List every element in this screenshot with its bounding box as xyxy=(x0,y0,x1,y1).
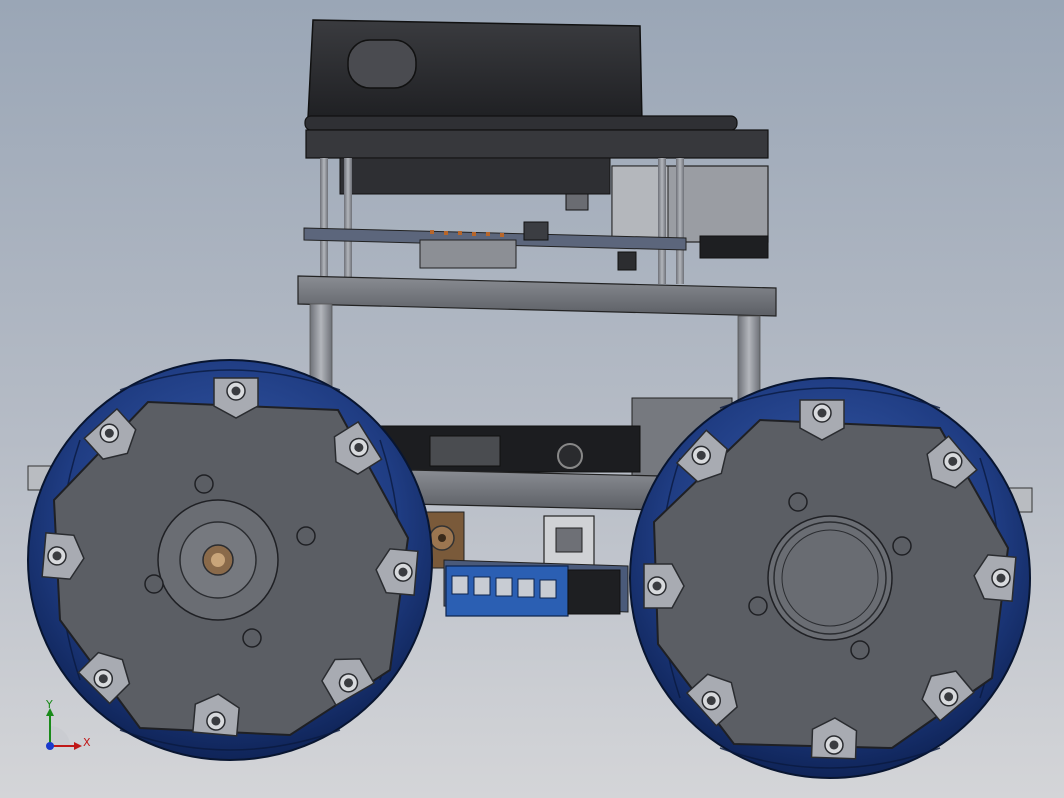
triad-x-label: X xyxy=(83,736,91,749)
lidar-sensor xyxy=(304,19,738,131)
long-standoffs xyxy=(309,303,761,407)
robot-assembly-model xyxy=(27,19,1033,779)
coordinate-triad-icon: Y X xyxy=(38,698,98,760)
middle-plate xyxy=(297,275,777,317)
right-mecanum-wheel xyxy=(629,377,1031,779)
cad-viewport[interactable]: Y X xyxy=(0,0,1064,798)
triad-y-label: Y xyxy=(46,698,53,711)
terminal-block xyxy=(445,565,621,617)
